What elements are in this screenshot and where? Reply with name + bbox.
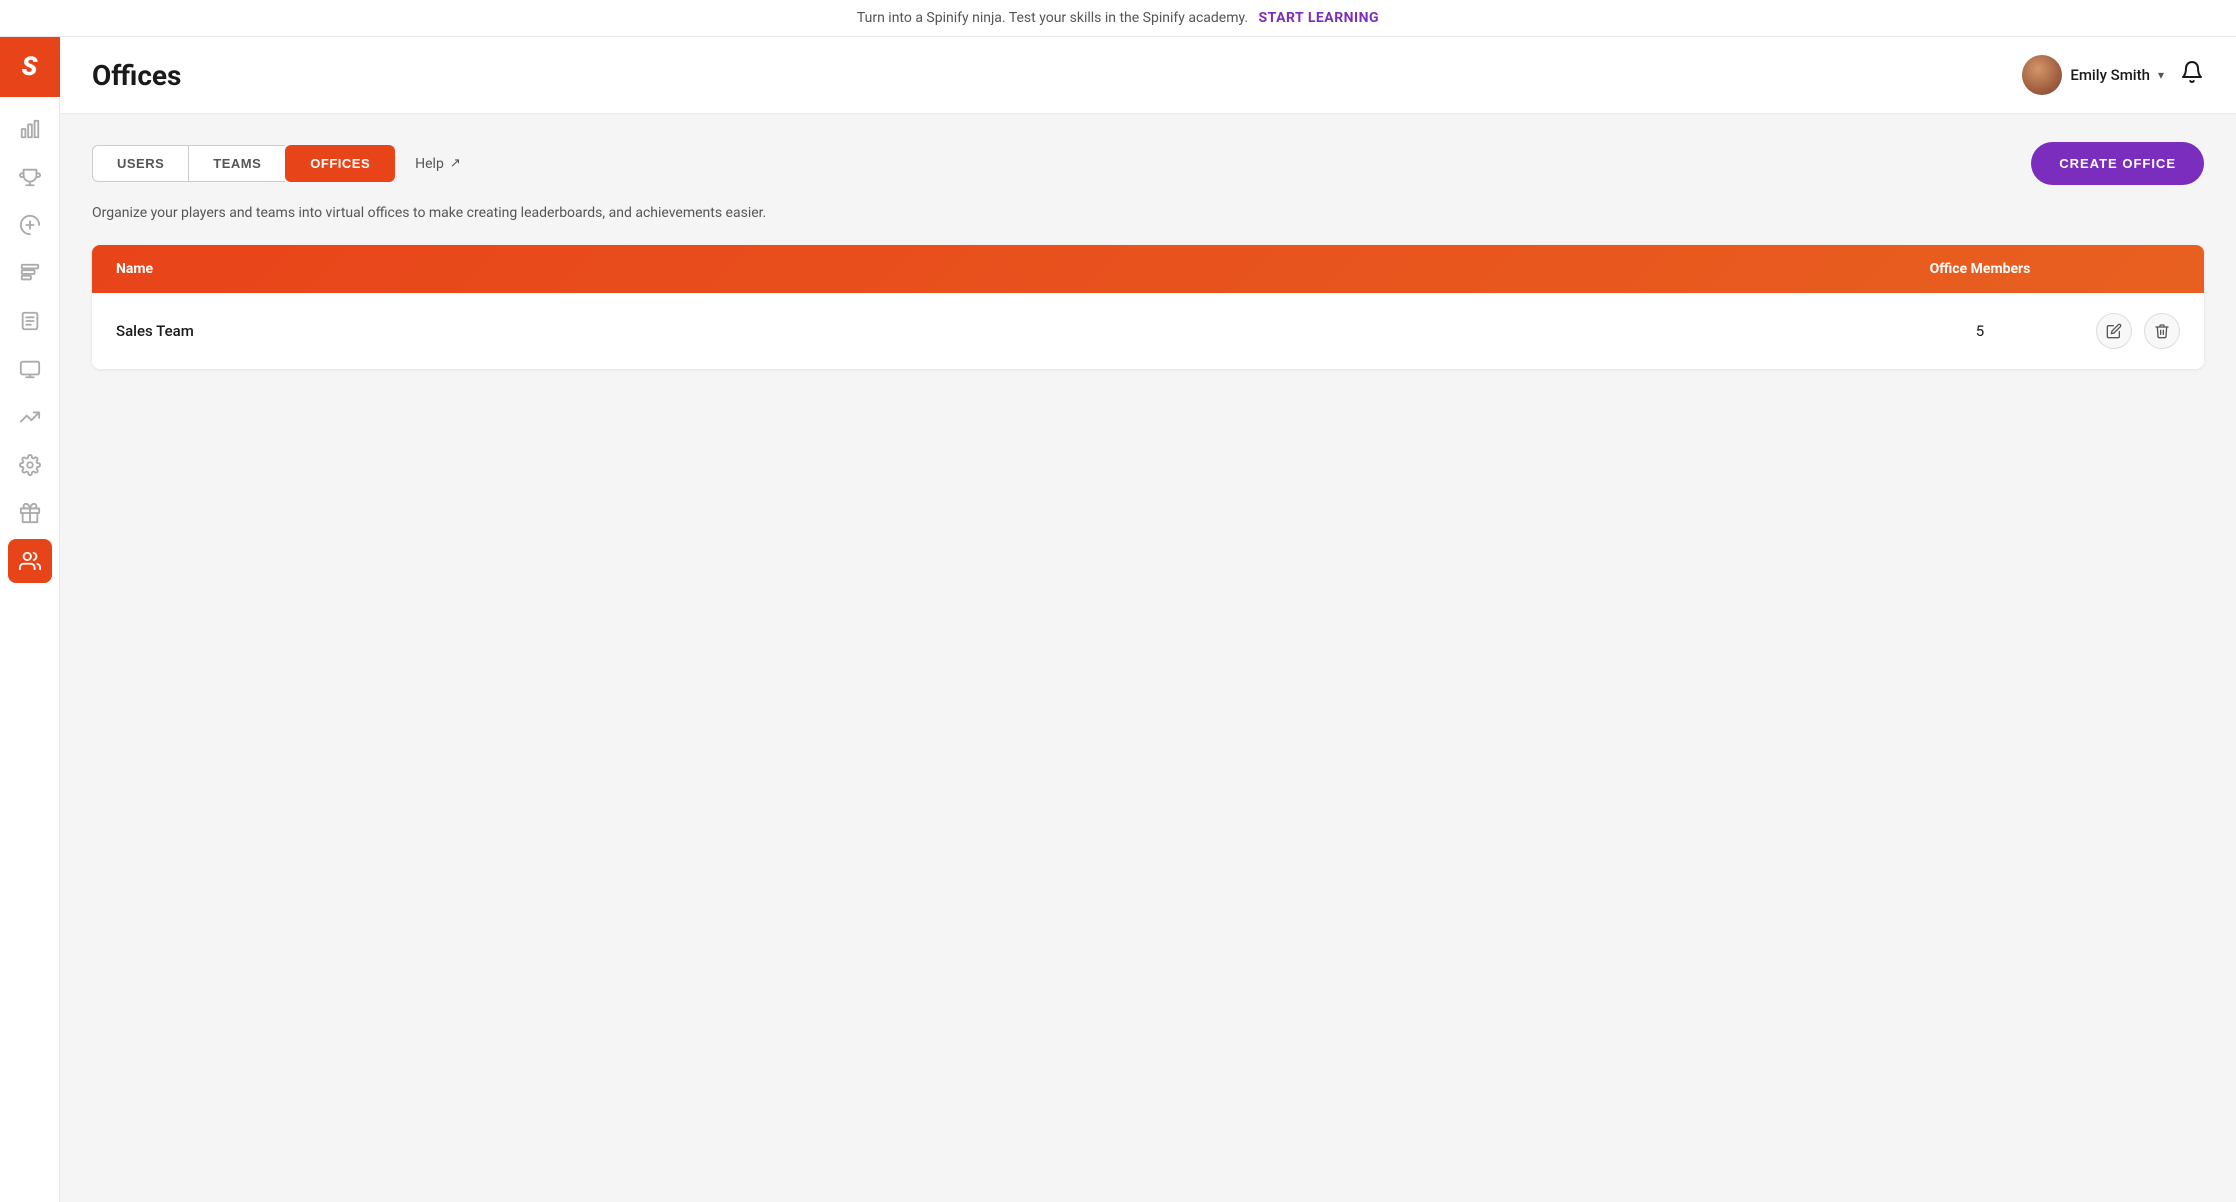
content-area: USERS TEAMS OFFICES Help ↗ CREATE OFFICE… (60, 114, 2236, 1202)
tab-teams[interactable]: TEAMS (188, 145, 285, 182)
chevron-down-icon: ▾ (2158, 68, 2164, 82)
office-actions (2080, 313, 2180, 349)
delete-office-button[interactable] (2144, 313, 2180, 349)
column-header-members: Office Members (1880, 261, 2080, 277)
sidebar: S (0, 37, 60, 1202)
sidebar-item-leaderboard[interactable] (8, 251, 52, 295)
tabs-left: USERS TEAMS OFFICES Help ↗ (92, 145, 481, 182)
tab-offices[interactable]: OFFICES (285, 145, 395, 182)
sidebar-item-settings[interactable] (8, 443, 52, 487)
external-link-icon: ↗ (450, 156, 461, 171)
header-right: Emily Smith ▾ (2022, 55, 2204, 95)
sidebar-item-notes[interactable] (8, 299, 52, 343)
help-link[interactable]: Help ↗ (395, 146, 481, 182)
sidebar-item-analytics[interactable] (8, 107, 52, 151)
sidebar-item-trophy[interactable] (8, 155, 52, 199)
logo-text: S (22, 52, 38, 82)
banner-text: Turn into a Spinify ninja. Test your ski… (857, 10, 1248, 26)
avatar (2022, 55, 2062, 95)
edit-office-button[interactable] (2096, 313, 2132, 349)
sidebar-item-users[interactable] (8, 539, 52, 583)
sidebar-logo[interactable]: S (0, 37, 60, 97)
sidebar-item-announcements[interactable] (8, 203, 52, 247)
sidebar-item-chart[interactable] (8, 395, 52, 439)
main-content: Offices Emily Smith ▾ (60, 37, 2236, 1202)
tabs-row: USERS TEAMS OFFICES Help ↗ CREATE OFFICE (92, 142, 2204, 185)
table-row: Sales Team 5 (92, 293, 2204, 369)
user-profile[interactable]: Emily Smith ▾ (2022, 55, 2164, 95)
create-office-button[interactable]: CREATE OFFICE (2031, 142, 2204, 185)
offices-table: Name Office Members Sales Team 5 (92, 245, 2204, 369)
page-description: Organize your players and teams into vir… (92, 205, 2204, 221)
top-banner: Turn into a Spinify ninja. Test your ski… (0, 0, 2236, 37)
table-header: Name Office Members (92, 245, 2204, 293)
tab-users[interactable]: USERS (92, 145, 188, 182)
office-name: Sales Team (116, 322, 1880, 340)
column-header-name: Name (116, 261, 1880, 277)
office-members-count: 5 (1880, 322, 2080, 340)
sidebar-nav (0, 97, 59, 593)
help-label: Help (415, 156, 444, 172)
user-name: Emily Smith (2070, 66, 2150, 84)
sidebar-item-gift[interactable] (8, 491, 52, 535)
sidebar-item-monitor[interactable] (8, 347, 52, 391)
start-learning-link[interactable]: START LEARNING (1259, 10, 1380, 26)
page-title: Offices (92, 59, 181, 92)
header: Offices Emily Smith ▾ (60, 37, 2236, 114)
bell-icon[interactable] (2180, 60, 2204, 90)
